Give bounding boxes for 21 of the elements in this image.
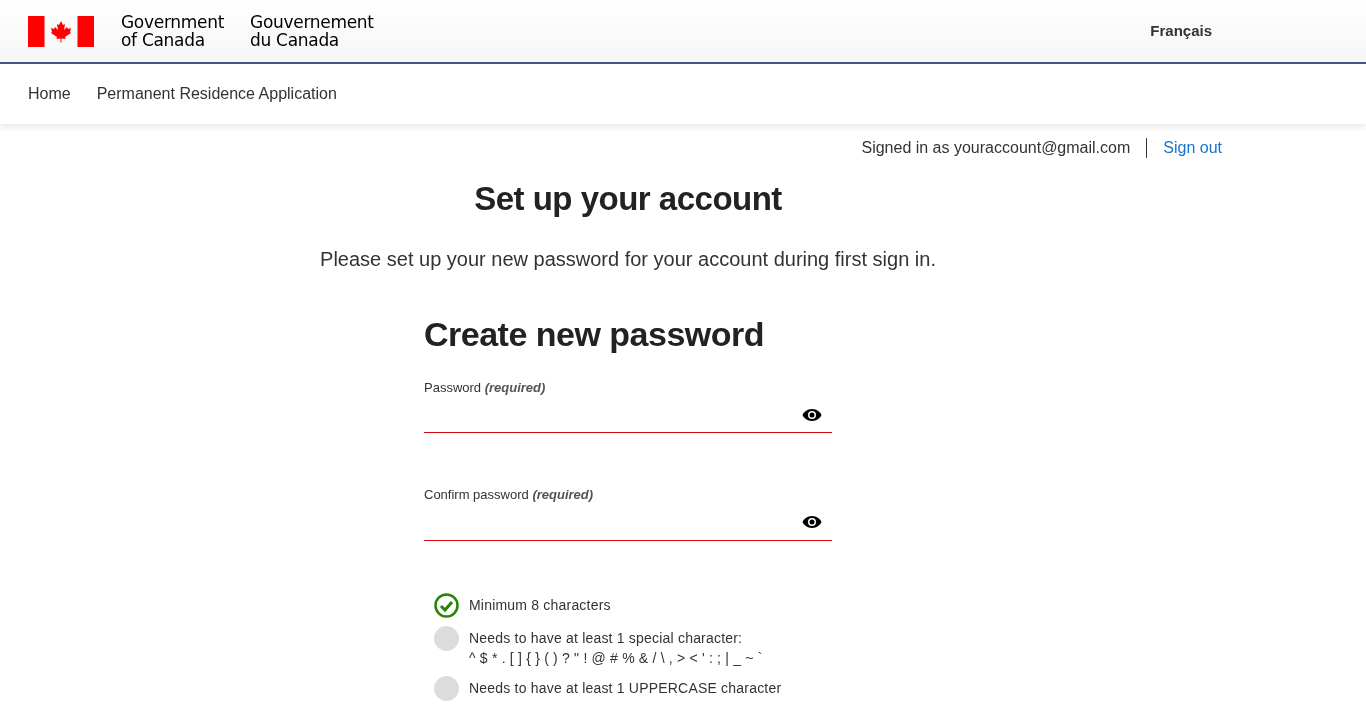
breadcrumb-link[interactable]: Permanent Residence Application — [96, 82, 337, 106]
signed-in-text: Signed in as youraccount@gmail.com — [861, 138, 1131, 158]
intro-text: Please set up your new password for your account during first sign in. — [320, 246, 936, 272]
sign-out-link[interactable]: Sign out — [1163, 136, 1222, 160]
field-label: Confirm password (required) — [424, 486, 595, 504]
page-title: Set up your account — [474, 179, 782, 219]
eye-icon[interactable] — [802, 407, 822, 422]
flag-icon — [28, 15, 94, 47]
form-title: Create new password — [424, 313, 766, 354]
government-name: Gouvernement — [250, 13, 374, 31]
language-link[interactable]: Français — [1150, 19, 1212, 43]
government-name: du Canada — [250, 31, 340, 49]
government-name: of Canada — [121, 31, 206, 49]
rule-text: Needs to have at least 1 special character: — [469, 628, 744, 648]
rule-text: Minimum 8 characters — [469, 595, 611, 615]
field-label: Password (required) — [424, 378, 547, 397]
breadcrumb-link[interactable]: Home — [28, 82, 71, 106]
special-characters-text: ^ $ * . [ ] { } ( ) ? " ! @ # % & / \ , > < ' : ; | _ ~ ` — [469, 648, 763, 668]
government-name: Government — [121, 13, 225, 31]
rule-text: Needs to have at least 1 UPPERCASE character — [469, 678, 782, 698]
eye-icon[interactable] — [802, 515, 822, 529]
